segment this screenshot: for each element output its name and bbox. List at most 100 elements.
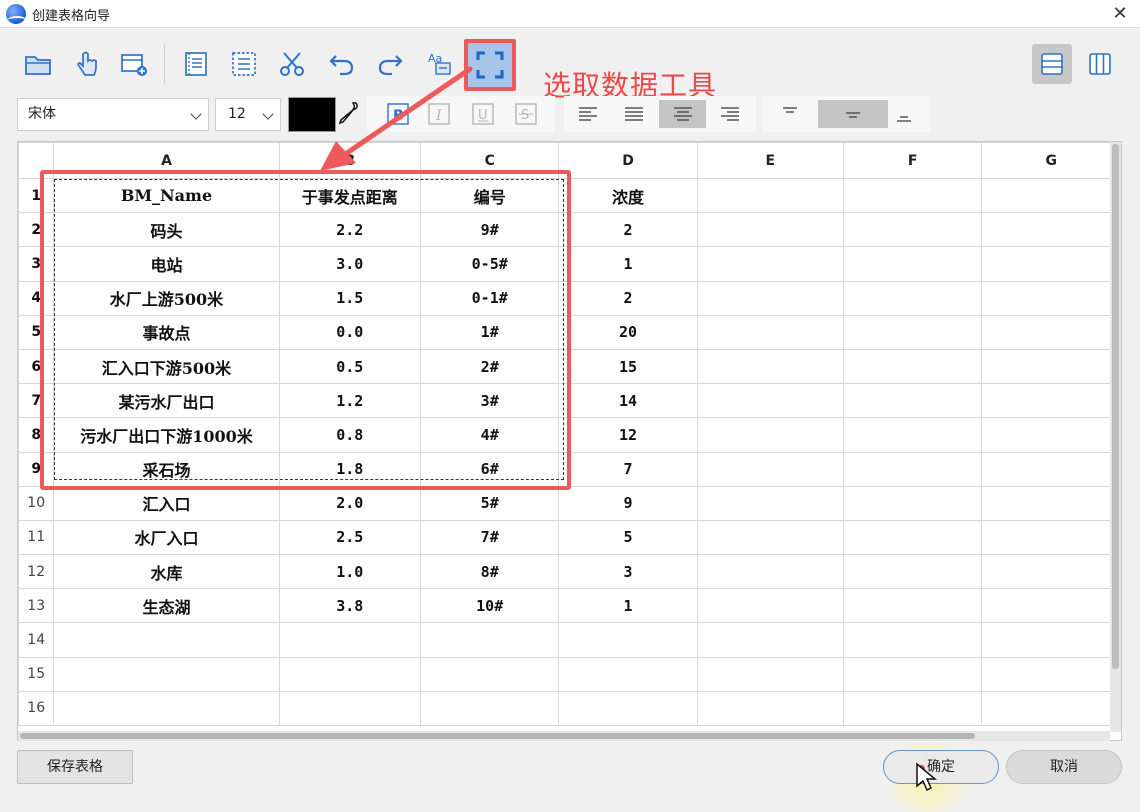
cell[interactable]: 6#: [419, 451, 560, 487]
cell[interactable]: [419, 622, 560, 658]
spreadsheet-grid[interactable]: A B C D E F G 1 BM_Name 于事发点距离 编号 浓度 2 码头 2.2 9# 2 3 电站 3.0…: [17, 141, 1122, 741]
cell[interactable]: [842, 348, 983, 385]
cell[interactable]: 8#: [419, 554, 560, 590]
column-header[interactable]: A: [53, 142, 280, 179]
row-header[interactable]: 12: [18, 554, 55, 590]
column-header[interactable]: C: [419, 142, 560, 179]
cell[interactable]: 9: [558, 485, 698, 521]
row-header[interactable]: 10: [18, 485, 55, 521]
cell[interactable]: [696, 246, 844, 282]
cell[interactable]: 生态湖: [53, 588, 280, 624]
align-justify-icon[interactable]: [622, 102, 646, 126]
save-table-button[interactable]: 保存表格: [17, 750, 133, 784]
cell[interactable]: [696, 280, 844, 316]
cell[interactable]: 0.8: [278, 417, 422, 453]
cell[interactable]: [981, 656, 1121, 692]
cell[interactable]: [696, 417, 844, 453]
cell[interactable]: 20: [558, 314, 698, 350]
cell[interactable]: 2.5: [278, 519, 422, 556]
strikethrough-icon[interactable]: S: [514, 102, 538, 126]
cell[interactable]: [278, 690, 422, 727]
cell[interactable]: 4#: [419, 417, 560, 453]
cell[interactable]: 于事发点距离: [278, 177, 422, 214]
cell[interactable]: [558, 690, 698, 727]
row-header[interactable]: 2: [18, 212, 55, 248]
cell[interactable]: 10#: [419, 588, 560, 624]
cell[interactable]: [842, 519, 983, 556]
cell[interactable]: [842, 417, 983, 453]
underline-icon[interactable]: U: [471, 102, 495, 126]
cell[interactable]: 1#: [419, 314, 560, 350]
cell[interactable]: 1: [558, 246, 698, 282]
text-color-swatch[interactable]: [288, 97, 336, 132]
cell[interactable]: BM_Name: [53, 177, 280, 214]
cell[interactable]: [842, 656, 983, 692]
align-bottom-icon[interactable]: [892, 102, 916, 126]
cell[interactable]: [696, 485, 844, 521]
row-view-button[interactable]: [1032, 44, 1072, 84]
cell[interactable]: 1.2: [278, 383, 422, 419]
cell[interactable]: [842, 485, 983, 521]
cell[interactable]: [558, 622, 698, 658]
align-top-icon[interactable]: [778, 102, 802, 126]
cell[interactable]: [842, 314, 983, 350]
cell[interactable]: [981, 417, 1121, 453]
cell[interactable]: [842, 383, 983, 419]
row-header[interactable]: 5: [18, 314, 55, 350]
cell[interactable]: [419, 656, 560, 692]
cell[interactable]: 0.5: [278, 348, 422, 385]
cell[interactable]: 0-1#: [419, 280, 560, 316]
cell[interactable]: [842, 451, 983, 487]
cell[interactable]: [842, 554, 983, 590]
cell[interactable]: [981, 212, 1121, 248]
cell[interactable]: 2.0: [278, 485, 422, 521]
cell[interactable]: [278, 656, 422, 692]
cell[interactable]: [981, 588, 1121, 624]
column-view-button[interactable]: [1080, 44, 1120, 84]
cell[interactable]: 汇入口下游500米: [53, 348, 280, 385]
align-middle-icon[interactable]: [841, 102, 865, 126]
cell[interactable]: 7#: [419, 519, 560, 556]
column-header[interactable]: E: [696, 142, 844, 179]
text-format-icon[interactable]: Aa: [424, 48, 456, 80]
cell[interactable]: [842, 212, 983, 248]
column-header[interactable]: B: [278, 142, 422, 179]
cell[interactable]: [981, 451, 1121, 487]
cell[interactable]: [981, 246, 1121, 282]
cell[interactable]: 码头: [53, 212, 280, 248]
cell[interactable]: 7: [558, 451, 698, 487]
row-header[interactable]: 11: [18, 519, 55, 556]
open-folder-icon[interactable]: [22, 48, 54, 80]
insert-table-icon[interactable]: [118, 48, 150, 80]
cell[interactable]: [981, 383, 1121, 419]
cell[interactable]: 12: [558, 417, 698, 453]
cell[interactable]: 汇入口: [53, 485, 280, 521]
cell[interactable]: [696, 212, 844, 248]
cell[interactable]: [53, 690, 280, 727]
cell[interactable]: [981, 177, 1121, 214]
row-header[interactable]: 1: [18, 177, 55, 214]
cell[interactable]: 事故点: [53, 314, 280, 350]
cell[interactable]: [696, 348, 844, 385]
row-header[interactable]: 14: [18, 622, 55, 658]
cell[interactable]: 污水厂出口下游1000米: [53, 417, 280, 453]
row-header[interactable]: 13: [18, 588, 55, 624]
cell[interactable]: [981, 519, 1121, 556]
cell[interactable]: [981, 554, 1121, 590]
cell[interactable]: 1.5: [278, 280, 422, 316]
close-button[interactable]: ✕: [1108, 2, 1132, 26]
cell[interactable]: [278, 622, 422, 658]
cell[interactable]: [981, 280, 1121, 316]
cell[interactable]: [53, 656, 280, 692]
row-header[interactable]: 15: [18, 656, 55, 692]
column-header[interactable]: G: [981, 142, 1121, 179]
cell[interactable]: [696, 451, 844, 487]
cell[interactable]: 3: [558, 554, 698, 590]
bold-icon[interactable]: B: [386, 102, 410, 126]
cell[interactable]: 3.8: [278, 588, 422, 624]
cell[interactable]: 某污水厂出口: [53, 383, 280, 419]
cell[interactable]: [981, 690, 1121, 727]
cell[interactable]: 电站: [53, 246, 280, 282]
cell[interactable]: 水库: [53, 554, 280, 590]
cell[interactable]: [842, 622, 983, 658]
